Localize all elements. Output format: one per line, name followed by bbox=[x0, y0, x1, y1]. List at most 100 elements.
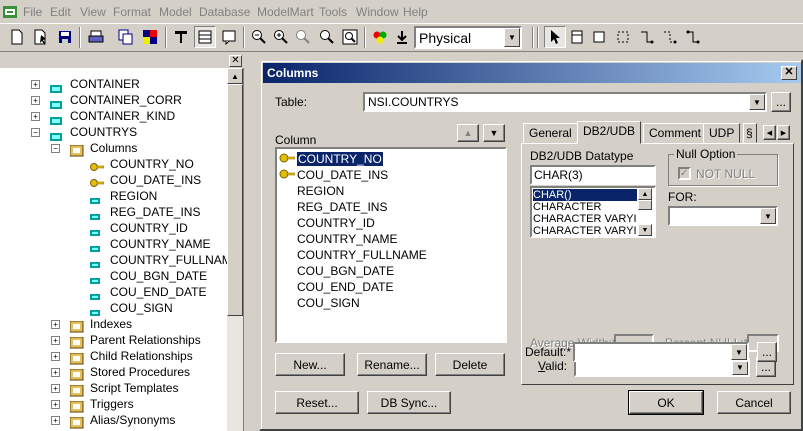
menu-help[interactable]: Help bbox=[403, 5, 428, 19]
db-sync-button[interactable]: DB Sync... bbox=[367, 391, 451, 414]
column-list-item[interactable]: COU_DATE_INS bbox=[279, 167, 388, 183]
table-browse-button[interactable]: ... bbox=[771, 92, 791, 112]
not-null-checkbox[interactable]: ✓ bbox=[678, 167, 691, 180]
delete-column-button[interactable]: Delete bbox=[435, 353, 505, 376]
tree-scrollbar[interactable]: ▲ bbox=[227, 68, 243, 431]
entity-icon[interactable] bbox=[170, 26, 192, 48]
menu-view[interactable]: View bbox=[80, 5, 106, 19]
column-list-item[interactable]: COU_SIGN bbox=[279, 295, 360, 311]
tree-item[interactable]: Script Templates bbox=[69, 380, 178, 397]
expand-toggle-icon[interactable]: + bbox=[51, 320, 60, 329]
tree-item[interactable]: Child Relationships bbox=[69, 348, 193, 365]
new-file-icon[interactable] bbox=[6, 26, 28, 48]
open-file-icon[interactable] bbox=[30, 26, 52, 48]
datatype-option[interactable]: CHARACTER bbox=[533, 201, 637, 213]
expand-toggle-icon[interactable]: + bbox=[51, 384, 60, 393]
tree-item[interactable]: COUNTRYS bbox=[50, 124, 137, 141]
scroll-up-icon[interactable]: ▲ bbox=[227, 68, 243, 84]
cancel-button[interactable]: Cancel bbox=[717, 391, 791, 414]
tab-scroll-right-icon[interactable]: ▶ bbox=[777, 125, 790, 140]
expand-toggle-icon[interactable]: + bbox=[31, 112, 40, 121]
expand-toggle-icon[interactable]: + bbox=[51, 336, 60, 345]
tree-item[interactable]: Indexes bbox=[69, 316, 132, 333]
column-list-item[interactable]: COU_BGN_DATE bbox=[279, 263, 394, 279]
tree-item[interactable]: COU_SIGN bbox=[90, 300, 173, 316]
scroll-thumb[interactable] bbox=[227, 84, 243, 316]
move-down-button[interactable]: ▼ bbox=[483, 124, 505, 142]
datatype-option[interactable]: CHAR() bbox=[533, 189, 637, 201]
menu-edit[interactable]: Edit bbox=[50, 5, 71, 19]
tree-item[interactable]: Alias/Synonyms bbox=[69, 412, 175, 429]
comment-view-icon[interactable] bbox=[218, 26, 240, 48]
column-list-item[interactable]: REGION bbox=[279, 183, 344, 199]
tab-general[interactable]: General bbox=[523, 123, 578, 143]
tree-item[interactable]: Stored Procedures bbox=[69, 364, 190, 381]
menu-format[interactable]: Format bbox=[113, 5, 151, 19]
close-icon[interactable]: ✕ bbox=[781, 66, 797, 80]
menu-file[interactable]: File bbox=[23, 5, 42, 19]
table-view-icon[interactable] bbox=[194, 26, 216, 48]
expand-toggle-icon[interactable]: + bbox=[31, 96, 40, 105]
tree-item[interactable]: Parent Relationships bbox=[69, 332, 201, 349]
table-select[interactable]: NSI.COUNTRYS ▼ bbox=[363, 92, 767, 112]
tree-item[interactable]: CONTAINER_KIND bbox=[50, 108, 175, 125]
expand-toggle-icon[interactable]: + bbox=[51, 352, 60, 361]
print-icon[interactable] bbox=[85, 26, 107, 48]
tree-item[interactable]: CONTAINER bbox=[50, 76, 140, 93]
chevron-down-icon[interactable]: ▼ bbox=[749, 94, 765, 110]
chevron-down-icon[interactable]: ▼ bbox=[760, 208, 776, 224]
subtype-tool-icon[interactable] bbox=[612, 26, 634, 48]
tree-item[interactable]: REG_DATE_INS bbox=[90, 204, 200, 220]
expand-toggle-icon[interactable]: − bbox=[31, 128, 40, 137]
zoom-out-icon[interactable] bbox=[248, 26, 270, 48]
reset-button[interactable]: Reset... bbox=[275, 391, 359, 414]
app-icon[interactable] bbox=[2, 4, 18, 20]
ok-button[interactable]: OK bbox=[628, 390, 704, 415]
colors-icon[interactable] bbox=[139, 26, 161, 48]
scroll-thumb[interactable] bbox=[638, 200, 652, 210]
download-icon[interactable] bbox=[391, 26, 413, 48]
tab-udp[interactable]: UDP bbox=[703, 123, 741, 143]
new-column-button[interactable]: New... bbox=[275, 353, 345, 376]
tree-item[interactable]: COU_DATE_INS bbox=[90, 172, 201, 188]
datatype-option[interactable]: CHARACTER VARYII bbox=[533, 213, 637, 225]
tree-item[interactable]: Triggers bbox=[69, 396, 134, 413]
save-icon[interactable] bbox=[54, 26, 76, 48]
scroll-down-icon[interactable]: ▼ bbox=[638, 224, 652, 236]
model-view-select[interactable]: Physical ▼ bbox=[414, 26, 522, 49]
column-list-item[interactable]: COUNTRY_NO bbox=[279, 151, 384, 167]
tab-db2-udb[interactable]: DB2/UDB bbox=[577, 121, 642, 144]
close-icon[interactable]: ✕ bbox=[229, 55, 242, 67]
tree-item[interactable]: CONTAINER_CORR bbox=[50, 92, 182, 109]
menu-tools[interactable]: Tools bbox=[319, 5, 347, 19]
tab-scroll-left-icon[interactable]: ◀ bbox=[763, 125, 776, 140]
column-list-item[interactable]: REG_DATE_INS bbox=[279, 199, 387, 215]
many-to-many-rel-icon[interactable] bbox=[682, 26, 704, 48]
identifying-rel-icon[interactable] bbox=[636, 26, 658, 48]
non-identifying-rel-icon[interactable] bbox=[659, 26, 681, 48]
expand-toggle-icon[interactable]: + bbox=[51, 416, 60, 425]
column-list-item[interactable]: COUNTRY_NAME bbox=[279, 231, 397, 247]
column-list-item[interactable]: COUNTRY_ID bbox=[279, 215, 375, 231]
tree-item[interactable]: COUNTRY_ID bbox=[90, 220, 188, 236]
zoom-fit-icon[interactable] bbox=[292, 26, 314, 48]
chevron-down-icon[interactable]: ▼ bbox=[731, 344, 747, 360]
tab-comment[interactable]: Comment bbox=[643, 123, 708, 143]
menu-window[interactable]: Window bbox=[356, 5, 399, 19]
expand-toggle-icon[interactable]: + bbox=[31, 80, 40, 89]
tree-item[interactable]: COU_END_DATE bbox=[90, 284, 206, 300]
expand-toggle-icon[interactable]: − bbox=[51, 144, 60, 153]
tree-item[interactable]: COUNTRY_NO bbox=[90, 156, 194, 172]
expand-toggle-icon[interactable]: + bbox=[51, 368, 60, 377]
chevron-down-icon[interactable]: ▼ bbox=[504, 28, 520, 47]
tree-item[interactable]: COU_BGN_DATE bbox=[90, 268, 207, 284]
domain-icon[interactable] bbox=[369, 26, 391, 48]
tab-more[interactable]: § bbox=[743, 123, 757, 143]
zoom-in-icon[interactable] bbox=[270, 26, 292, 48]
default-browse-button[interactable]: ... bbox=[757, 342, 777, 362]
copy-icon[interactable] bbox=[115, 26, 137, 48]
zoom-actual-icon[interactable] bbox=[316, 26, 338, 48]
scroll-up-icon[interactable]: ▲ bbox=[638, 188, 652, 200]
menu-database[interactable]: Database bbox=[199, 5, 250, 19]
view-tool-icon[interactable] bbox=[588, 26, 610, 48]
